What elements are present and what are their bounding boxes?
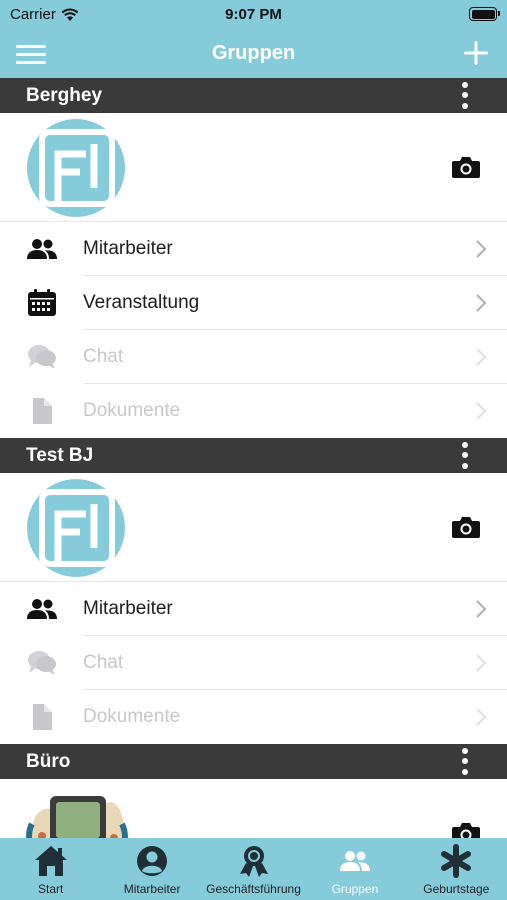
tab-label: Geschäftsführung [206,882,301,896]
tab-mitarbeiter[interactable]: Mitarbeiter [101,838,202,900]
tab-geburtstage[interactable]: Geburtstage [406,838,507,900]
home-icon [34,846,67,876]
camera-icon[interactable] [451,515,481,539]
chevron-right-icon [476,294,487,312]
groups-list[interactable]: Berghey Mitarbeiter Veranstaltung Chat D… [0,78,507,838]
tab-label: Mitarbeiter [123,882,181,896]
more-options-icon[interactable] [459,746,471,777]
group-name: Berghey [26,85,103,106]
document-icon [33,398,52,424]
group-menu-item-dokumente[interactable]: Dokumente [0,384,507,438]
people-icon [27,599,57,619]
chevron-right-icon [476,240,487,258]
group-image [26,796,128,838]
tab-label: Start [38,882,64,896]
menu-item-label: Mitarbeiter [83,238,173,259]
group-logo [27,479,125,577]
calendar-icon [28,289,56,316]
tab-geschaeftsfuehrung[interactable]: Geschäftsführung [203,838,304,900]
tab-bar: Start Mitarbeiter Geschäftsführung Grupp… [0,838,507,900]
people-icon [27,239,57,259]
award-icon [239,846,268,877]
group-section: Büro [0,744,507,838]
tab-label: Geburtstage [423,882,490,896]
menu-item-label: Dokumente [83,706,181,727]
group-header: Test BJ [0,438,507,473]
menu-item-label: Dokumente [83,400,181,421]
menu-item-label: Chat [83,346,124,367]
group-menu-item-chat[interactable]: Chat [0,636,507,690]
group-name: Büro [26,751,71,772]
group-menu-item-mitarbeiter[interactable]: Mitarbeiter [0,222,507,276]
group-image-row [0,473,507,582]
chat-bubbles-icon [28,345,56,369]
tab-start[interactable]: Start [0,838,101,900]
tab-label: Gruppen [331,882,379,896]
chevron-right-icon [476,708,487,726]
camera-icon[interactable] [451,821,481,838]
chevron-right-icon [476,402,487,420]
chevron-right-icon [476,600,487,618]
group-logo [27,119,125,217]
group-menu-item-veranstaltung[interactable]: Veranstaltung [0,276,507,330]
group-menu-item-mitarbeiter[interactable]: Mitarbeiter [0,582,507,636]
plus-icon[interactable] [463,40,489,66]
menu-item-label: Chat [83,652,124,673]
person-circle-icon [137,846,168,876]
status-bar: Carrier 9:07 PM [0,0,507,30]
chevron-right-icon [476,348,487,366]
battery-icon [469,7,500,21]
group-icon [339,851,370,871]
group-name: Test BJ [26,445,94,466]
chevron-right-icon [476,654,487,672]
group-section: Test BJ Mitarbeiter Chat Dokumente [0,438,507,744]
tab-gruppen[interactable]: Gruppen [304,838,405,900]
menu-item-label: Veranstaltung [83,292,200,313]
group-image-row [0,113,507,222]
group-section: Berghey Mitarbeiter Veranstaltung Chat D… [0,78,507,438]
asterisk-icon [441,844,472,878]
page-title: Gruppen [211,42,296,64]
group-menu-item-chat[interactable]: Chat [0,330,507,384]
group-image-row [0,779,507,838]
document-icon [33,704,52,730]
status-time: 9:07 PM [225,6,282,23]
more-options-icon[interactable] [459,80,471,111]
group-menu-item-dokumente[interactable]: Dokumente [0,690,507,744]
camera-icon[interactable] [451,155,481,179]
group-header: Berghey [0,78,507,113]
group-header: Büro [0,744,507,779]
navigation-bar: Gruppen [0,30,507,78]
menu-item-label: Mitarbeiter [83,598,173,619]
chat-bubbles-icon [28,651,56,675]
more-options-icon[interactable] [459,440,471,471]
